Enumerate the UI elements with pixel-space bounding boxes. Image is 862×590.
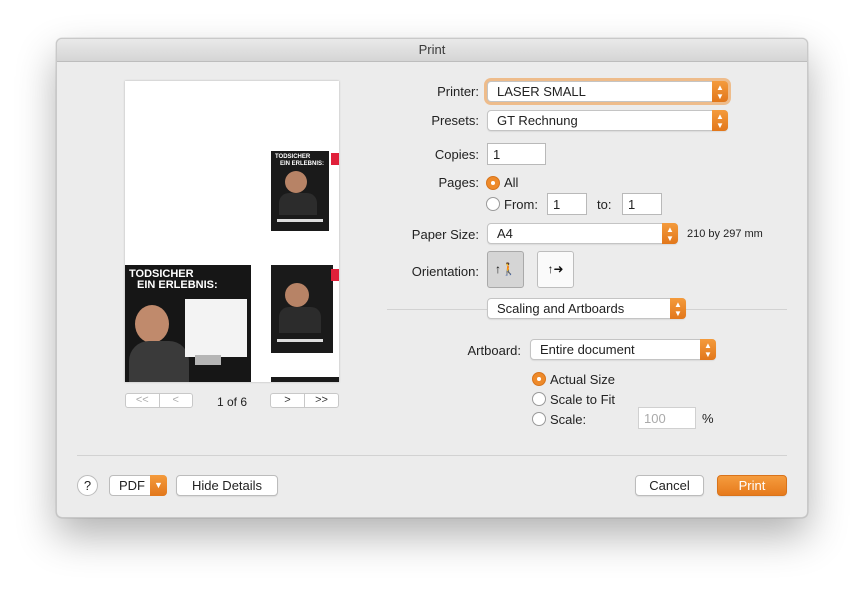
printer-select[interactable]: LASER SMALL ▲ ▼ bbox=[487, 81, 728, 102]
preview-portrait-body bbox=[279, 193, 317, 215]
preview-small-headline-1: TODSICHER bbox=[275, 154, 311, 160]
preview-portrait-body-2 bbox=[279, 307, 321, 333]
pages-all-label: All bbox=[504, 175, 519, 190]
next-page-button[interactable]: > bbox=[271, 394, 304, 407]
help-button[interactable]: ? bbox=[77, 475, 98, 496]
page-indicator: 1 of 6 bbox=[217, 395, 248, 409]
copies-field[interactable]: 1 bbox=[487, 143, 546, 165]
scale-to-fit-radio[interactable] bbox=[532, 392, 546, 406]
scale-radio[interactable] bbox=[532, 412, 546, 426]
presets-select[interactable]: GT Rechnung ▲ ▼ bbox=[487, 110, 728, 131]
presets-value: GT Rechnung bbox=[497, 113, 578, 128]
previous-page-button[interactable]: < bbox=[158, 394, 193, 407]
first-page-button[interactable]: << bbox=[126, 394, 159, 407]
window-title: Print bbox=[57, 39, 807, 62]
pages-from-radio[interactable] bbox=[486, 197, 500, 211]
actual-size-radio[interactable] bbox=[532, 372, 546, 386]
pdf-menu-button[interactable]: PDF ▼ bbox=[109, 475, 167, 496]
printer-label: Printer: bbox=[437, 84, 479, 99]
cancel-button[interactable]: Cancel bbox=[635, 475, 704, 496]
pages-to-field[interactable]: 1 bbox=[622, 193, 662, 215]
percent-sign: % bbox=[702, 411, 714, 426]
preview-small-poster-top: TODSICHER EIN ERLEBNIS: bbox=[271, 151, 329, 231]
portrait-orientation-button[interactable]: ↑🚶 bbox=[487, 251, 524, 288]
preview-red-tab-2 bbox=[331, 269, 339, 281]
scale-label: Scale: bbox=[550, 412, 587, 427]
page-preview: TODSICHER EIN ERLEBNIS: TODSICHER EIN ER… bbox=[125, 81, 339, 382]
preview-poster-face bbox=[135, 305, 169, 343]
artboard-select[interactable]: Entire document ▲ ▼ bbox=[530, 339, 716, 360]
pages-from-field[interactable]: 1 bbox=[547, 193, 587, 215]
preview-large-poster: TODSICHER EIN ERLEBNIS: bbox=[125, 265, 251, 382]
chevron-updown-icon: ▲ ▼ bbox=[670, 298, 686, 319]
chevron-updown-icon: ▲ ▼ bbox=[712, 81, 728, 102]
paper-size-label: Paper Size: bbox=[411, 227, 479, 242]
section-select[interactable]: Scaling and Artboards ▲ ▼ bbox=[487, 298, 686, 319]
preview-poster-headline-2: EIN ERLEBNIS: bbox=[137, 279, 218, 291]
scale-to-fit-label: Scale to Fit bbox=[550, 392, 616, 407]
preview-nav-forward: > >> bbox=[270, 393, 339, 408]
printer-value: LASER SMALL bbox=[497, 84, 586, 99]
pages-label: Pages: bbox=[438, 175, 479, 190]
actual-size-label: Actual Size bbox=[550, 372, 616, 387]
preview-poster-body bbox=[129, 341, 189, 382]
paper-size-select[interactable]: A4 ▲ ▼ bbox=[487, 223, 678, 244]
pages-all-radio[interactable] bbox=[486, 176, 500, 190]
footer-divider bbox=[77, 455, 787, 456]
print-button[interactable]: Print bbox=[717, 475, 787, 496]
landscape-icon: ↑➜ bbox=[547, 262, 564, 276]
preview-red-tab bbox=[331, 153, 339, 165]
preview-small-poster-bottom bbox=[271, 265, 333, 353]
scale-percent-field[interactable]: 100 bbox=[638, 407, 696, 429]
preview-caption-line bbox=[277, 219, 323, 222]
paper-size-dimensions: 210 by 297 mm bbox=[687, 228, 763, 240]
preview-poster-hand bbox=[195, 355, 221, 365]
landscape-orientation-button[interactable]: ↑➜ bbox=[537, 251, 574, 288]
paper-size-value: A4 bbox=[497, 226, 513, 241]
copies-label: Copies: bbox=[434, 147, 479, 162]
preview-nav-back: << < bbox=[125, 393, 193, 408]
orientation-label: Orientation: bbox=[411, 264, 479, 279]
pages-from-label: From: bbox=[504, 197, 538, 212]
pdf-label: PDF bbox=[119, 478, 145, 493]
preview-portrait-face bbox=[285, 171, 307, 193]
preview-caption-line-2 bbox=[277, 339, 323, 342]
artboard-value: Entire document bbox=[540, 342, 635, 357]
print-dialog: Print TODSICHER EIN ERLEBNIS: TODSICHER … bbox=[56, 38, 808, 518]
chevron-updown-icon: ▲ ▼ bbox=[700, 339, 716, 360]
section-value: Scaling and Artboards bbox=[497, 301, 625, 316]
pages-to-label: to: bbox=[597, 197, 612, 212]
chevron-updown-icon: ▲ ▼ bbox=[662, 223, 678, 244]
presets-label: Presets: bbox=[431, 113, 479, 128]
artboard-label: Artboard: bbox=[467, 343, 521, 358]
preview-small-headline-2: EIN ERLEBNIS: bbox=[280, 161, 325, 167]
hide-details-button[interactable]: Hide Details bbox=[176, 475, 278, 496]
chevron-updown-icon: ▲ ▼ bbox=[712, 110, 728, 131]
last-page-button[interactable]: >> bbox=[304, 394, 338, 407]
preview-next-poster-edge bbox=[271, 377, 339, 382]
chevron-down-icon: ▼ bbox=[150, 475, 167, 496]
preview-portrait-face-2 bbox=[285, 283, 309, 307]
preview-poster-textbox bbox=[185, 299, 247, 357]
portrait-icon: ↑🚶 bbox=[495, 262, 516, 276]
